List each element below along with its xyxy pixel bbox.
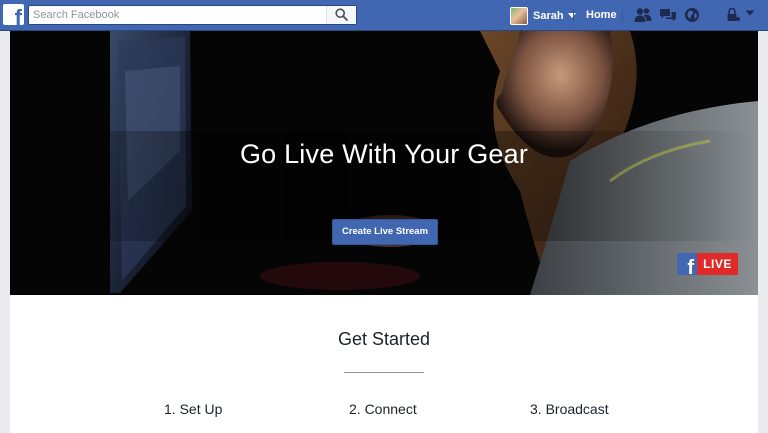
search-button[interactable] <box>326 6 356 24</box>
notifications-globe-icon[interactable] <box>684 7 702 23</box>
get-started-heading: Get Started <box>337 329 431 349</box>
search-box <box>28 5 357 25</box>
friend-requests-icon[interactable] <box>634 7 652 23</box>
live-label: LIVE <box>697 253 738 275</box>
facebook-logo[interactable]: f <box>3 4 24 25</box>
top-navigation-bar: f Sarah Home <box>0 0 768 31</box>
step-connect: 2. Connect <box>349 401 417 417</box>
account-menu-caret-icon[interactable] <box>745 9 763 25</box>
hero-title: Go Live With Your Gear <box>239 139 529 169</box>
nav-divider <box>622 9 623 22</box>
live-landing-card: Go Live With Your Gear Create Live Strea… <box>10 31 758 433</box>
section-divider <box>344 372 424 373</box>
home-link[interactable]: Home <box>586 9 617 21</box>
facebook-live-badge: f LIVE <box>677 253 738 275</box>
step-broadcast: 3. Broadcast <box>530 401 609 417</box>
hero-banner: Go Live With Your Gear Create Live Strea… <box>10 31 758 295</box>
create-live-stream-button[interactable]: Create Live Stream <box>332 219 438 245</box>
profile-name: Sarah <box>533 9 564 22</box>
search-icon <box>335 8 348 21</box>
badge-logo-letter: f <box>687 257 694 275</box>
step-set-up: 1. Set Up <box>164 401 223 417</box>
search-input[interactable] <box>33 7 323 23</box>
privacy-lock-icon[interactable] <box>726 7 744 23</box>
nav-divider <box>573 9 574 22</box>
facebook-logo-letter: f <box>14 5 22 26</box>
chevron-down-icon <box>567 13 576 18</box>
messages-icon[interactable] <box>659 7 677 23</box>
facebook-f-icon: f <box>677 253 697 275</box>
profile-link[interactable]: Sarah <box>510 6 576 25</box>
avatar <box>510 6 528 25</box>
